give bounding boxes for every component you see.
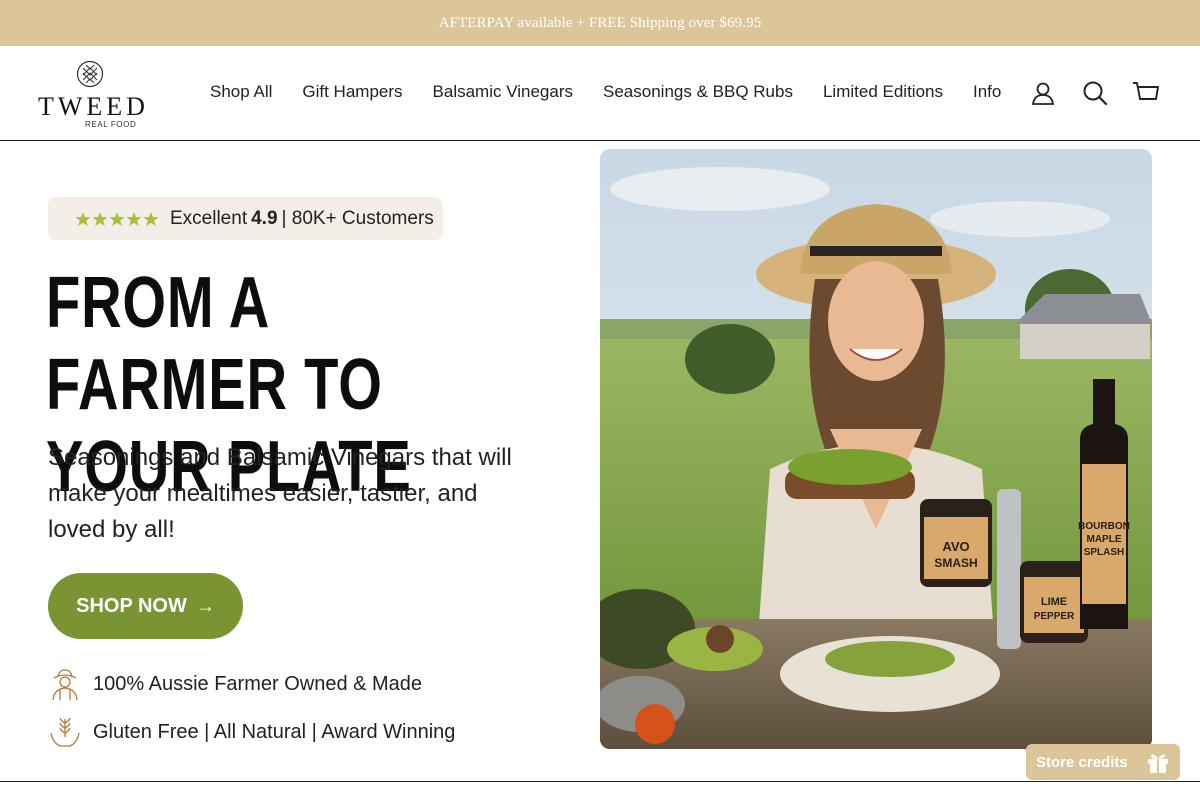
brand-name: TWEED: [38, 92, 149, 121]
rating-label: Excellent: [170, 207, 248, 229]
star-icon: [143, 211, 159, 226]
feature-farmer-text: 100% Aussie Farmer Owned & Made: [93, 672, 423, 695]
jar-label-lime: LIME: [1041, 596, 1067, 608]
headline-line-1: FROM A FARMER TO: [46, 263, 383, 425]
nav-seasonings-bbq-rubs[interactable]: Seasonings & BBQ Rubs: [588, 82, 808, 102]
arrow-right-icon: →: [196, 595, 215, 616]
feature-gluten-free: Gluten Free | All Natural | Award Winnin…: [48, 715, 455, 749]
hero-subheadline: Seasonings and Balsamic Vinegars that wi…: [48, 444, 512, 543]
rating-badge: Excellent 4.9 | 80K+ Customers: [48, 197, 443, 240]
bottle-label-1: BOURBON: [1078, 521, 1130, 532]
search-icon[interactable]: [1081, 79, 1109, 107]
rating-stars: [75, 211, 159, 227]
nav-limited-editions[interactable]: Limited Editions: [808, 82, 958, 102]
jar-label-avo: AVO: [942, 539, 969, 554]
wheat-hand-icon: [50, 717, 80, 747]
nav-balsamic-vinegars[interactable]: Balsamic Vinegars: [418, 82, 588, 102]
farmer-icon: [52, 669, 78, 701]
nav-gift-hampers[interactable]: Gift Hampers: [287, 82, 417, 102]
site-header: TWEED REAL FOOD Shop All Gift Hampers Ba…: [0, 46, 1200, 141]
section-divider: [0, 781, 1200, 782]
nav-info[interactable]: Info: [958, 82, 1016, 102]
announcement-bar: AFTERPAY available + FREE Shipping over …: [0, 0, 1200, 46]
rating-customers: | 80K+ Customers: [281, 207, 434, 229]
cart-icon[interactable]: [1132, 79, 1160, 107]
star-icon: [92, 211, 108, 226]
bottle-label-3: SPLASH: [1084, 547, 1125, 558]
brand-tagline: REAL FOOD: [85, 120, 137, 129]
gift-icon: [1148, 754, 1168, 773]
shop-now-label: SHOP NOW: [76, 594, 187, 617]
main-nav: Shop All Gift Hampers Balsamic Vinegars …: [195, 46, 1016, 138]
store-credits-button[interactable]: Store credits: [1026, 744, 1180, 780]
logo-emblem-icon: [76, 60, 104, 88]
hero-photo: AVO SMASH LIME PEPPER BOURBON MAPLE SPLA…: [600, 149, 1152, 749]
feature-farmer-owned: 100% Aussie Farmer Owned & Made: [48, 667, 422, 701]
feature-gluten-text: Gluten Free | All Natural | Award Winnin…: [93, 720, 456, 743]
star-icon: [75, 211, 91, 226]
jar-label-smash: SMASH: [934, 556, 977, 570]
shop-now-button[interactable]: SHOP NOW →: [48, 573, 243, 639]
rating-score: 4.9: [251, 207, 278, 229]
account-icon[interactable]: [1029, 79, 1057, 107]
announcement-text: AFTERPAY available + FREE Shipping over …: [438, 14, 762, 31]
brand-logo[interactable]: TWEED REAL FOOD: [38, 60, 149, 129]
bottle-label-2: MAPLE: [1087, 534, 1122, 545]
star-icon: [126, 211, 142, 226]
star-icon: [109, 211, 125, 226]
jar-label-pepper: PEPPER: [1034, 611, 1075, 622]
nav-shop-all[interactable]: Shop All: [195, 82, 287, 102]
store-credits-label: Store credits: [1036, 753, 1128, 771]
